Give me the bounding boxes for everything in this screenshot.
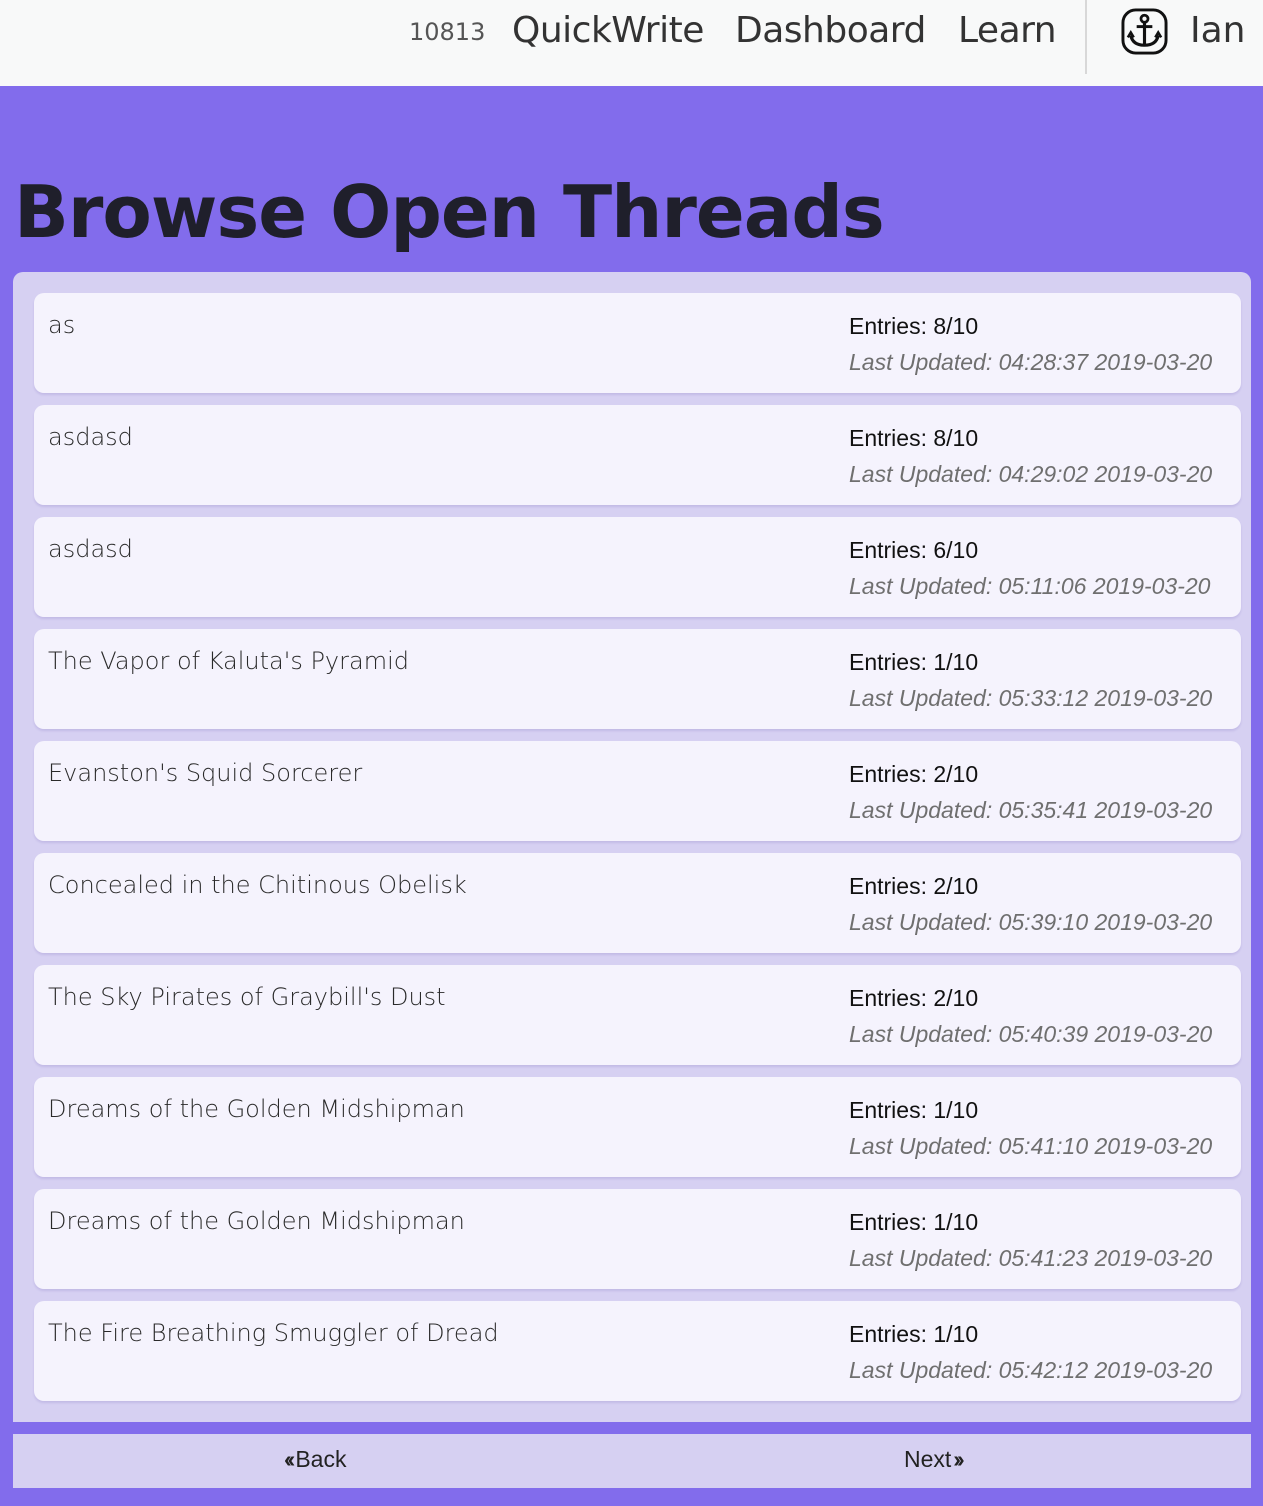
- nav-link-dashboard[interactable]: Dashboard: [735, 10, 926, 51]
- thread-last-updated: Last Updated: 05:40:39 2019-03-20: [849, 1021, 1213, 1047]
- thread-entries: Entries: 2/10: [849, 985, 979, 1011]
- thread-title[interactable]: Concealed in the Chitinous Obelisk: [48, 871, 467, 899]
- thread-card[interactable]: asdasd Entries: 8/10 Last Updated: 04:29…: [34, 405, 1241, 505]
- thread-last-updated: Last Updated: 05:39:10 2019-03-20: [849, 909, 1213, 935]
- back-label: Back: [295, 1446, 347, 1472]
- thread-last-updated: Last Updated: 05:33:12 2019-03-20: [849, 685, 1213, 711]
- thread-card[interactable]: The Vapor of Kaluta's Pyramid Entries: 1…: [34, 629, 1241, 729]
- thread-last-updated: Last Updated: 05:35:41 2019-03-20: [849, 797, 1213, 823]
- thread-entries: Entries: 1/10: [849, 649, 979, 675]
- nav-link-learn[interactable]: Learn: [958, 10, 1057, 51]
- thread-last-updated: Last Updated: 05:11:06 2019-03-20: [849, 573, 1211, 599]
- thread-entries: Entries: 1/10: [849, 1321, 979, 1347]
- next-label: Next: [904, 1446, 952, 1472]
- thread-title[interactable]: The Sky Pirates of Graybill's Dust: [48, 983, 446, 1011]
- thread-entries: Entries: 8/10: [849, 313, 979, 339]
- thread-list: as Entries: 8/10 Last Updated: 04:28:37 …: [13, 272, 1251, 1422]
- thread-entries: Entries: 6/10: [849, 537, 979, 563]
- thread-entries: Entries: 2/10: [849, 761, 979, 787]
- thread-title[interactable]: as: [48, 311, 75, 339]
- thread-card[interactable]: Evanston's Squid Sorcerer Entries: 2/10 …: [34, 741, 1241, 841]
- thread-card[interactable]: The Fire Breathing Smuggler of Dread Ent…: [34, 1301, 1241, 1401]
- anchor-icon[interactable]: [1121, 8, 1168, 55]
- page-title: Browse Open Threads: [14, 170, 885, 254]
- thread-entries: Entries: 2/10: [849, 873, 979, 899]
- thread-card[interactable]: as Entries: 8/10 Last Updated: 04:28:37 …: [34, 293, 1241, 393]
- double-chevron-right-icon: ››: [953, 1446, 965, 1472]
- thread-last-updated: Last Updated: 04:29:02 2019-03-20: [849, 461, 1213, 487]
- double-chevron-left-icon: ‹‹: [284, 1446, 296, 1472]
- thread-title[interactable]: asdasd: [48, 423, 133, 451]
- thread-entries: Entries: 1/10: [849, 1097, 979, 1123]
- nav-link-quickwrite[interactable]: QuickWrite: [512, 10, 704, 51]
- next-button[interactable]: Next››: [904, 1446, 965, 1473]
- nav-user-name[interactable]: Ian: [1190, 10, 1246, 51]
- thread-last-updated: Last Updated: 05:41:23 2019-03-20: [849, 1245, 1213, 1271]
- thread-title[interactable]: The Vapor of Kaluta's Pyramid: [48, 647, 409, 675]
- thread-card[interactable]: Concealed in the Chitinous Obelisk Entri…: [34, 853, 1241, 953]
- thread-last-updated: Last Updated: 05:41:10 2019-03-20: [849, 1133, 1213, 1159]
- thread-title[interactable]: Dreams of the Golden Midshipman: [48, 1095, 465, 1123]
- thread-card[interactable]: The Sky Pirates of Graybill's Dust Entri…: [34, 965, 1241, 1065]
- nav-count: 10813: [409, 18, 486, 46]
- thread-card[interactable]: Dreams of the Golden Midshipman Entries:…: [34, 1077, 1241, 1177]
- thread-last-updated: Last Updated: 04:28:37 2019-03-20: [849, 349, 1213, 375]
- thread-entries: Entries: 1/10: [849, 1209, 979, 1235]
- thread-title[interactable]: Evanston's Squid Sorcerer: [48, 759, 362, 787]
- nav-divider: [1085, 0, 1087, 74]
- thread-title[interactable]: asdasd: [48, 535, 133, 563]
- thread-title[interactable]: The Fire Breathing Smuggler of Dread: [48, 1319, 499, 1347]
- thread-title[interactable]: Dreams of the Golden Midshipman: [48, 1207, 465, 1235]
- top-navbar: 10813 QuickWrite Dashboard Learn Ian: [0, 0, 1263, 86]
- thread-last-updated: Last Updated: 05:42:12 2019-03-20: [849, 1357, 1213, 1383]
- thread-entries: Entries: 8/10: [849, 425, 979, 451]
- thread-card[interactable]: asdasd Entries: 6/10 Last Updated: 05:11…: [34, 517, 1241, 617]
- thread-card[interactable]: Dreams of the Golden Midshipman Entries:…: [34, 1189, 1241, 1289]
- pagination-bar: ‹‹ Back Next››: [13, 1434, 1251, 1488]
- back-button[interactable]: ‹‹ Back: [284, 1446, 346, 1473]
